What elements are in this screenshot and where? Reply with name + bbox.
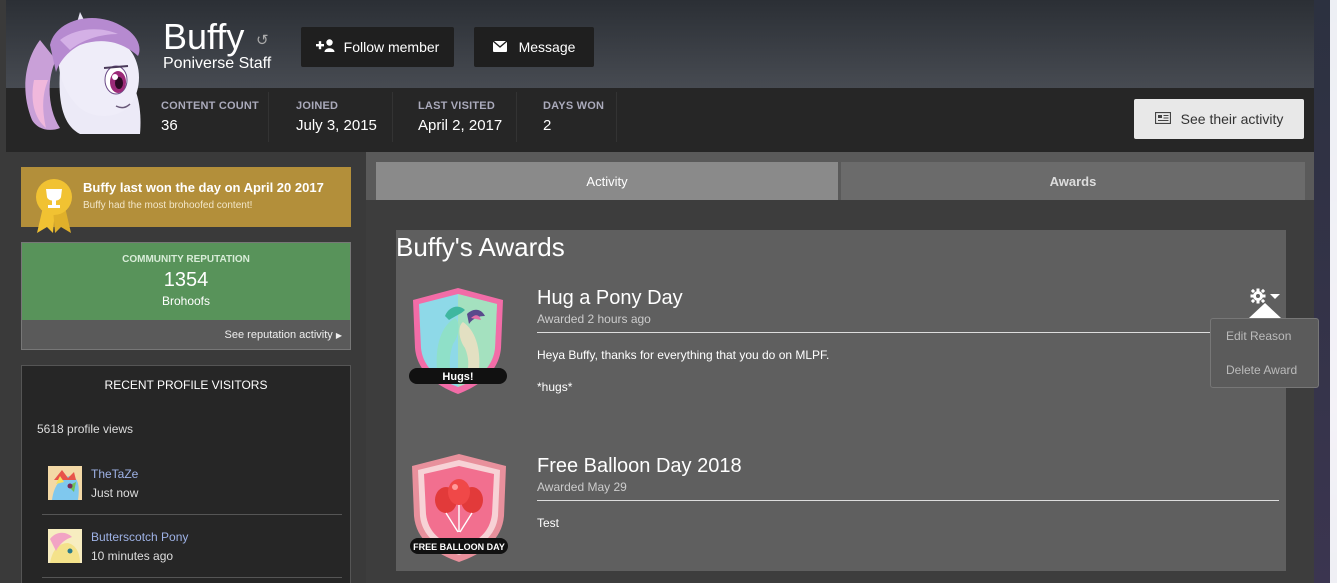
stat-divider	[392, 92, 393, 142]
reputation-label: COMMUNITY REPUTATION	[122, 254, 250, 265]
reputation-unit: Brohoofs	[161, 294, 211, 308]
stat-content-count: CONTENT COUNT 36	[161, 100, 259, 134]
award-title: Free Balloon Day 2018	[537, 455, 742, 477]
see-activity-button[interactable]: See their activity	[1134, 99, 1304, 139]
reputation-value: 1354	[163, 269, 209, 291]
caret-down-icon	[1270, 294, 1280, 299]
delete-award-menu-item[interactable]: Delete Award	[1226, 363, 1297, 377]
tab-activity[interactable]: Activity	[376, 162, 838, 200]
profile-usergroup: Poniverse Staff	[163, 55, 272, 72]
visitor-divider	[42, 514, 342, 515]
see-activity-label: See their activity	[1180, 111, 1284, 127]
stat-value: July 3, 2015	[296, 117, 377, 134]
hugs-badge-text: Hugs!	[442, 371, 473, 383]
stat-label: DAYS WON	[543, 100, 605, 112]
message-label: Message	[518, 39, 576, 55]
stat-divider	[268, 92, 269, 142]
stat-value: 2	[543, 117, 552, 134]
visitor-name-link[interactable]: Butterscotch Pony	[91, 530, 188, 544]
tab-awards[interactable]: Awards	[841, 162, 1305, 200]
awards-heading: Buffy's Awards	[396, 232, 565, 262]
recent-visitors-box: RECENT PROFILE VISITORS 5618 profile vie…	[21, 365, 351, 583]
balloon-award-badge[interactable]: FREE BALLOON DAY	[408, 452, 510, 569]
profile-header: Buffy ↺ Poniverse Staff Follow member Me…	[6, 0, 1314, 152]
visitor-name-link[interactable]: TheTaZe	[91, 467, 138, 481]
newspaper-icon	[1154, 111, 1171, 127]
day-winner-subtitle: Buffy had the most brohoofed content!	[83, 200, 253, 211]
award-reason-line: *hugs*	[537, 380, 573, 394]
visitor-divider	[42, 577, 342, 578]
day-winner-title: Buffy last won the day on April 20 2017	[83, 180, 324, 195]
follow-member-label: Follow member	[343, 39, 440, 55]
day-winner-banner: Buffy last won the day on April 20 2017 …	[21, 167, 351, 233]
reputation-link-label: See reputation activity	[224, 329, 333, 341]
trophy-ribbon-icon	[33, 177, 75, 240]
visitor-time: 10 minutes ago	[91, 549, 174, 563]
follow-user-icon	[315, 39, 336, 55]
stat-joined: JOINED July 3, 2015	[296, 100, 377, 134]
visitor-avatar[interactable]	[48, 529, 82, 563]
visitors-title: RECENT PROFILE VISITORS	[104, 378, 268, 392]
follow-member-button[interactable]: Follow member	[301, 27, 454, 67]
stat-label: CONTENT COUNT	[161, 100, 259, 112]
stat-days-won: DAYS WON 2	[543, 100, 604, 134]
award-options-menu: Edit Reason Delete Award	[1210, 318, 1319, 388]
award-date: Awarded May 29	[537, 480, 627, 494]
stat-divider	[616, 92, 617, 142]
award-reason-line: Test	[537, 516, 560, 530]
stat-label: JOINED	[296, 100, 339, 112]
profile-avatar[interactable]	[20, 10, 148, 134]
stat-value: April 2, 2017	[418, 117, 503, 134]
stat-last-visited: LAST VISITED April 2, 2017	[418, 100, 502, 134]
stat-label: LAST VISITED	[418, 100, 495, 112]
gear-icon	[1250, 288, 1266, 304]
reputation-box: COMMUNITY REPUTATION 1354 Brohoofs See r…	[21, 242, 351, 350]
award-reason-line: Heya Buffy, thanks for everything that y…	[537, 348, 830, 362]
visitor-time: Just now	[91, 486, 139, 500]
name-history-icon[interactable]: ↺	[256, 31, 272, 49]
profile-views-count: 5618 profile views	[37, 422, 134, 436]
caret-right-icon: ▶	[335, 331, 342, 340]
hugs-award-badge[interactable]: Hugs!	[409, 286, 507, 401]
award-divider	[537, 332, 1279, 333]
award-options-button[interactable]	[1250, 288, 1282, 304]
stat-value: 36	[161, 117, 178, 134]
see-reputation-link[interactable]: See reputation activity ▶	[225, 329, 342, 341]
dropdown-pointer	[1249, 303, 1281, 318]
message-button[interactable]: Message	[474, 27, 594, 67]
awards-panel: Buffy's Awards Hugs! Hug a Pony Day Awar…	[396, 230, 1286, 571]
list-item: TheTaZe Just now	[42, 466, 342, 516]
award-divider	[537, 500, 1279, 501]
balloon-badge-text: FREE BALLOON DAY	[413, 542, 505, 552]
reputation-summary: COMMUNITY REPUTATION 1354 Brohoofs	[22, 243, 350, 320]
stat-divider	[516, 92, 517, 142]
award-title: Hug a Pony Day	[537, 287, 683, 309]
profile-username: Buffy	[163, 16, 245, 57]
page-edge	[1330, 0, 1337, 583]
page-background-inner	[1314, 0, 1330, 583]
list-item: Butterscotch Pony 10 minutes ago	[42, 529, 342, 579]
award-date: Awarded 2 hours ago	[537, 312, 651, 326]
edit-reason-menu-item[interactable]: Edit Reason	[1226, 329, 1291, 343]
envelope-icon	[492, 39, 508, 55]
visitor-avatar[interactable]	[48, 466, 82, 500]
